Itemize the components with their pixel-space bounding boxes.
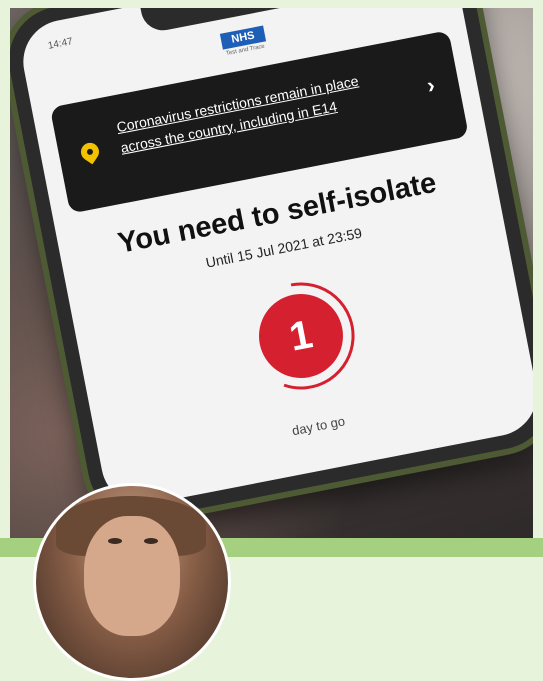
chevron-right-icon: ›	[424, 72, 437, 99]
location-pin-icon	[77, 139, 103, 165]
phone-photo: 14:47 NHS Test and Trace Coronavirus res…	[10, 8, 533, 538]
phone-screen: 14:47 NHS Test and Trace Coronavirus res…	[16, 8, 533, 512]
smartphone: 14:47 NHS Test and Trace Coronavirus res…	[10, 8, 533, 529]
avatar-eye-right	[144, 538, 158, 544]
avatar-face	[84, 516, 180, 636]
status-bar-time: 14:47	[47, 36, 74, 52]
countdown-ring: 1	[235, 270, 366, 401]
avatar-eye-left	[108, 538, 122, 544]
days-remaining-label: day to go	[290, 413, 347, 439]
author-avatar	[33, 483, 231, 681]
restrictions-banner-link[interactable]: Coronavirus restrictions remain in place…	[115, 68, 378, 159]
